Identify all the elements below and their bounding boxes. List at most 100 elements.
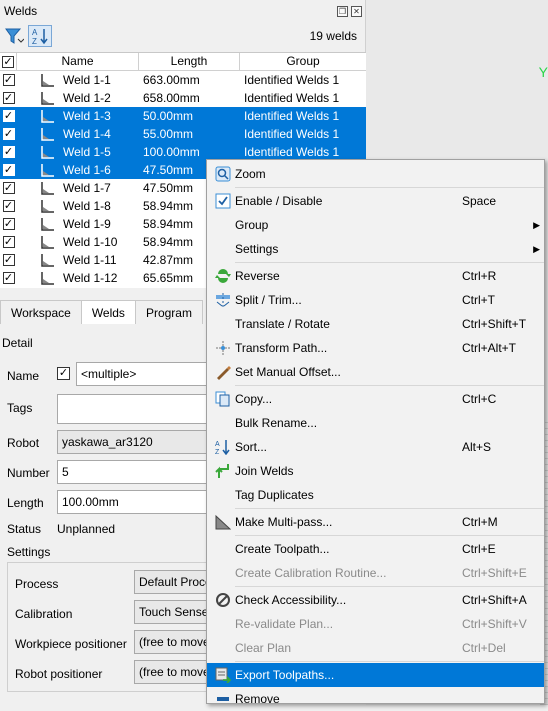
weld-name: Weld 1-6 bbox=[63, 163, 111, 177]
menu-item-create-toolpath[interactable]: Create Toolpath... Ctrl+E bbox=[207, 537, 544, 561]
row-checkbox[interactable]: ✓ bbox=[0, 251, 17, 269]
weld-name: Weld 1-11 bbox=[63, 253, 117, 267]
menu-item-split-trim[interactable]: Split / Trim... Ctrl+T bbox=[207, 288, 544, 312]
weld-length: 50.00mm bbox=[143, 109, 194, 123]
weld-icon bbox=[41, 199, 55, 213]
menu-item-sort[interactable]: AZ Sort... Alt+S bbox=[207, 435, 544, 459]
weld-icon bbox=[41, 73, 55, 87]
robot-select[interactable]: yaskawa_ar3120 bbox=[57, 430, 217, 454]
weld-icon bbox=[41, 253, 55, 267]
menu-item-bulk-rename[interactable]: Bulk Rename... bbox=[207, 411, 544, 435]
multipass-icon bbox=[214, 513, 232, 531]
svg-text:Z: Z bbox=[32, 37, 37, 45]
checkbox-icon bbox=[214, 192, 232, 210]
row-checkbox[interactable]: ✓ bbox=[0, 107, 17, 125]
tags-label: Tags bbox=[7, 401, 33, 415]
row-checkbox[interactable]: ✓ bbox=[0, 71, 17, 89]
column-name[interactable]: Name bbox=[17, 53, 139, 70]
menu-item-remove[interactable]: Remove bbox=[207, 687, 544, 711]
row-checkbox[interactable]: ✓ bbox=[0, 143, 17, 161]
settings-label: Settings bbox=[7, 545, 51, 559]
row-checkbox[interactable]: ✓ bbox=[0, 179, 17, 197]
menu-item-tag-duplicates[interactable]: Tag Duplicates bbox=[207, 483, 544, 507]
tab-welds[interactable]: Welds bbox=[80, 300, 136, 324]
weld-name: Weld 1-2 bbox=[63, 91, 111, 105]
row-checkbox[interactable]: ✓ bbox=[0, 269, 17, 287]
row-checkbox[interactable]: ✓ bbox=[0, 215, 17, 233]
weld-icon bbox=[41, 145, 55, 159]
weld-group: Identified Welds 1 bbox=[244, 91, 340, 105]
row-checkbox[interactable]: ✓ bbox=[0, 125, 17, 143]
menu-item-zoom[interactable]: Zoom bbox=[207, 162, 544, 186]
menu-item-translate-rotate[interactable]: Translate / Rotate Ctrl+Shift+T bbox=[207, 312, 544, 336]
column-length[interactable]: Length bbox=[139, 53, 240, 70]
menu-item-group[interactable]: Group ▶ bbox=[207, 213, 544, 237]
select-all-checkbox[interactable]: ✓ bbox=[0, 53, 17, 70]
row-checkbox[interactable]: ✓ bbox=[0, 233, 17, 251]
column-group[interactable]: Group bbox=[240, 53, 366, 70]
svg-text:Z: Z bbox=[215, 449, 220, 455]
menu-item-check-accessibility[interactable]: Check Accessibility... Ctrl+Shift+A bbox=[207, 588, 544, 612]
detail-heading: Detail bbox=[2, 336, 33, 350]
sort-az-icon: AZ bbox=[214, 438, 232, 456]
panel-toolbar: AZ 19 welds bbox=[0, 22, 365, 50]
table-row[interactable]: ✓ Weld 1-3 50.00mm Identified Welds 1 bbox=[0, 107, 366, 125]
menu-item-join-welds[interactable]: Join Welds bbox=[207, 459, 544, 483]
menu-item-export-toolpaths[interactable]: Export Toolpaths... bbox=[207, 663, 544, 687]
menu-item-set-manual-offset[interactable]: Set Manual Offset... bbox=[207, 360, 544, 384]
menu-item-clear-plan[interactable]: Clear Plan Ctrl+Del bbox=[207, 636, 544, 660]
table-header: ✓ Name Length Group bbox=[0, 53, 366, 71]
weld-name: Weld 1-7 bbox=[63, 181, 111, 195]
table-row[interactable]: ✓ Weld 1-1 663.00mm Identified Welds 1 bbox=[0, 71, 366, 89]
menu-item-create-calibration-routine[interactable]: Create Calibration Routine... Ctrl+Shift+… bbox=[207, 561, 544, 585]
length-field[interactable]: 100.00mm bbox=[57, 490, 217, 514]
weld-icon bbox=[41, 91, 55, 105]
close-icon[interactable]: ✕ bbox=[351, 5, 362, 17]
context-menu: Zoom Enable / Disable Space Group ▶ Setti… bbox=[206, 159, 545, 706]
menu-item-settings[interactable]: Settings ▶ bbox=[207, 237, 544, 261]
export-icon bbox=[214, 666, 232, 684]
tab-program[interactable]: Program bbox=[134, 300, 203, 324]
table-row[interactable]: ✓ Weld 1-2 658.00mm Identified Welds 1 bbox=[0, 89, 366, 107]
name-checkbox[interactable]: ✓ bbox=[57, 367, 70, 380]
menu-item-transform-path[interactable]: Transform Path... Ctrl+Alt+T bbox=[207, 336, 544, 360]
number-field[interactable]: 5 bbox=[57, 460, 217, 484]
weld-count: 19 welds bbox=[309, 29, 357, 43]
filter-icon[interactable] bbox=[2, 25, 26, 47]
weld-group: Identified Welds 1 bbox=[244, 109, 340, 123]
weld-name: Weld 1-9 bbox=[63, 217, 111, 231]
weld-icon bbox=[41, 163, 55, 177]
row-checkbox[interactable]: ✓ bbox=[0, 161, 17, 179]
weld-name: Weld 1-3 bbox=[63, 109, 111, 123]
weld-icon bbox=[41, 181, 55, 195]
menu-item-copy[interactable]: Copy... Ctrl+C bbox=[207, 387, 544, 411]
length-label: Length bbox=[7, 496, 44, 510]
process-label: Process bbox=[15, 577, 59, 591]
tags-field[interactable] bbox=[57, 394, 217, 424]
menu-item-make-multi-pass[interactable]: Make Multi-pass... Ctrl+M bbox=[207, 510, 544, 534]
robot-label: Robot bbox=[7, 436, 40, 450]
menu-item-enable-disable[interactable]: Enable / Disable Space bbox=[207, 189, 544, 213]
sort-az-icon[interactable]: AZ bbox=[28, 25, 52, 47]
weld-name: Weld 1-8 bbox=[63, 199, 111, 213]
remove-icon bbox=[214, 690, 232, 708]
weld-icon bbox=[41, 217, 55, 231]
name-field[interactable]: <multiple> bbox=[76, 362, 216, 386]
row-checkbox[interactable]: ✓ bbox=[0, 89, 17, 107]
weld-length: 55.00mm bbox=[143, 127, 194, 141]
weld-length: 663.00mm bbox=[143, 73, 200, 87]
weld-name: Weld 1-5 bbox=[63, 145, 111, 159]
join-icon bbox=[214, 462, 232, 480]
table-row[interactable]: ✓ Weld 1-4 55.00mm Identified Welds 1 bbox=[0, 125, 366, 143]
pencil-icon bbox=[214, 363, 232, 381]
robot-positioner-label: Robot positioner bbox=[15, 667, 103, 681]
submenu-arrow-icon: ▶ bbox=[533, 220, 540, 230]
menu-item-revalidate-plan[interactable]: Re-validate Plan... Ctrl+Shift+V bbox=[207, 612, 544, 636]
panel-titlebar: Welds ❐ ✕ bbox=[0, 0, 365, 22]
prohibited-icon bbox=[214, 591, 232, 609]
tab-workspace[interactable]: Workspace bbox=[0, 300, 82, 324]
menu-item-reverse[interactable]: Reverse Ctrl+R bbox=[207, 264, 544, 288]
float-icon[interactable]: ❐ bbox=[337, 5, 348, 17]
weld-name: Weld 1-4 bbox=[63, 127, 111, 141]
row-checkbox[interactable]: ✓ bbox=[0, 197, 17, 215]
